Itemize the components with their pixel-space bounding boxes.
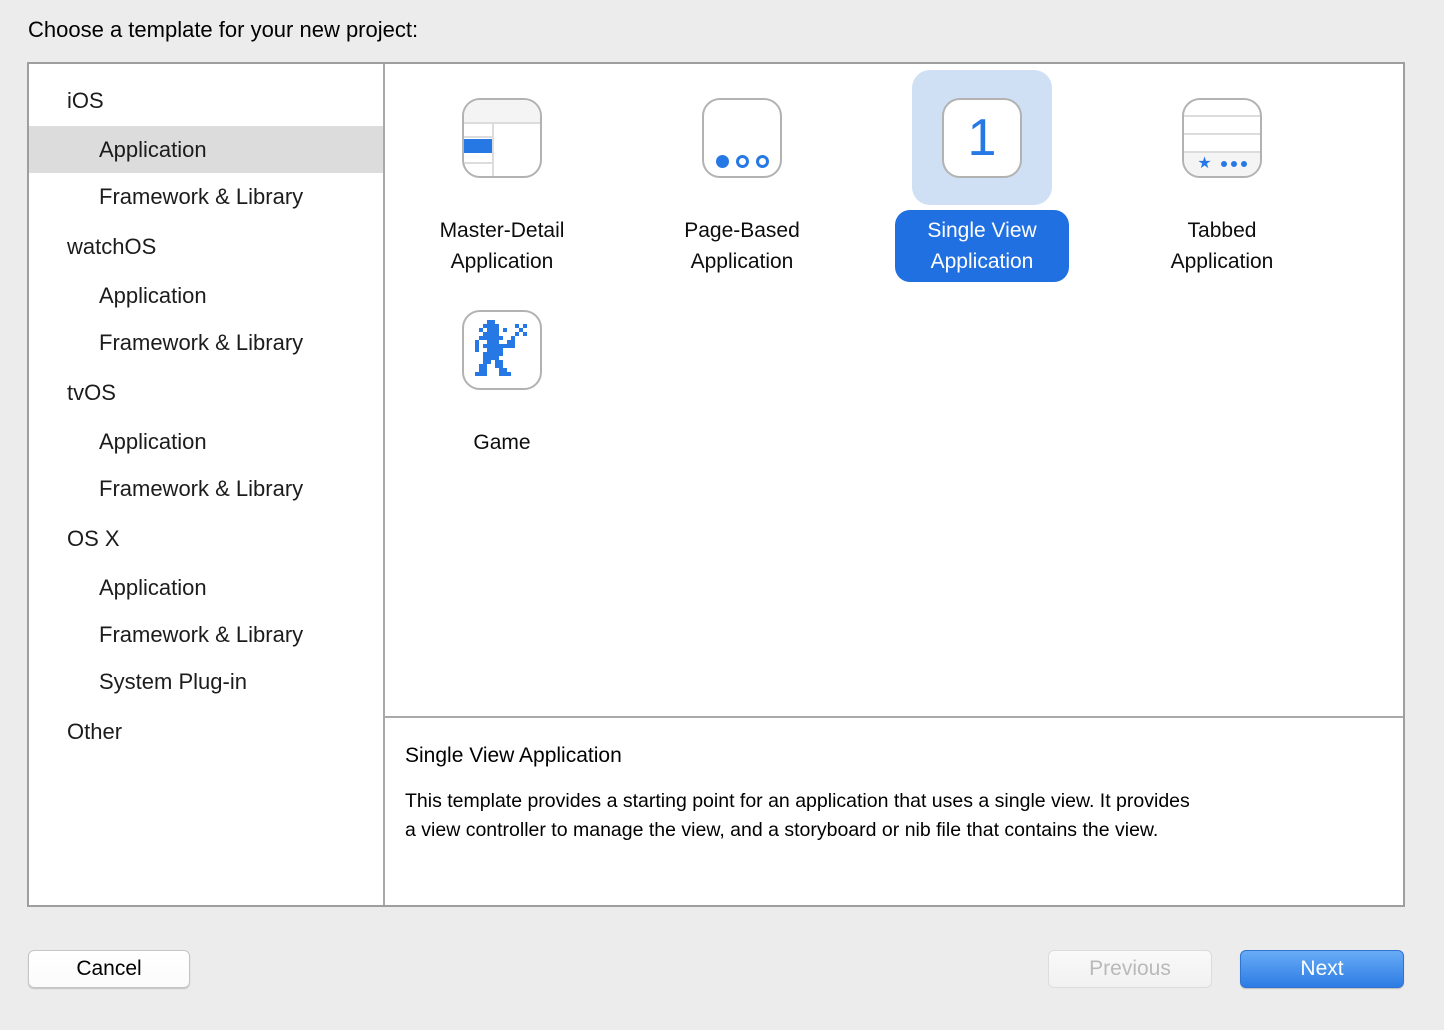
template-label-line: Application bbox=[684, 246, 800, 277]
next-button[interactable]: Next bbox=[1240, 950, 1404, 988]
single-view-number: 1 bbox=[944, 100, 1020, 176]
page-dot-filled bbox=[716, 155, 729, 168]
description-heading: Single View Application bbox=[405, 744, 1373, 768]
sidebar-item-os-x-framework-and-library[interactable]: Framework & Library bbox=[29, 611, 383, 658]
master-detail-icon bbox=[462, 98, 542, 178]
template-label-line: Application bbox=[927, 246, 1036, 277]
template-single-view-application[interactable]: 1 Single ViewApplication bbox=[882, 70, 1082, 282]
template-tabbed-application[interactable]: ★ TabbedApplication bbox=[1122, 70, 1322, 282]
tabbed-icon: ★ bbox=[1182, 98, 1262, 178]
template-label: Master-DetailApplication bbox=[426, 210, 579, 282]
tab-dot bbox=[1231, 161, 1237, 167]
page-dot-outline bbox=[736, 155, 749, 168]
description-line: This template provides a starting point … bbox=[405, 787, 1373, 816]
icon-header-bar bbox=[464, 100, 540, 124]
icon-split-divider bbox=[492, 124, 494, 176]
sidebar-item-os-x[interactable]: OS X bbox=[29, 514, 383, 564]
template-label-line: Page-Based bbox=[684, 215, 800, 246]
template-game[interactable]: Game bbox=[402, 282, 602, 463]
platform-sidebar: iOSApplicationFramework & LibrarywatchOS… bbox=[29, 64, 385, 905]
page-based-icon bbox=[702, 98, 782, 178]
sidebar-item-tvos-application[interactable]: Application bbox=[29, 418, 383, 465]
sidebar-item-ios-framework-and-library[interactable]: Framework & Library bbox=[29, 173, 383, 220]
template-label-line: Game bbox=[473, 427, 530, 458]
template-description-panel: Single View Application This template pr… bbox=[385, 716, 1403, 905]
sidebar-item-ios-application[interactable]: Application bbox=[29, 126, 383, 173]
template-page-based-application[interactable]: Page-BasedApplication bbox=[642, 70, 842, 282]
tab-dot bbox=[1221, 161, 1227, 167]
template-label-line: Single View bbox=[927, 215, 1036, 246]
template-chooser-dialog: iOSApplicationFramework & LibrarywatchOS… bbox=[27, 62, 1405, 907]
tab-bar: ★ bbox=[1184, 151, 1260, 176]
page-dot-outline bbox=[756, 155, 769, 168]
star-icon: ★ bbox=[1197, 156, 1211, 172]
template-label: TabbedApplication bbox=[1157, 210, 1288, 282]
sheet-title: Choose a template for your new project: bbox=[28, 17, 418, 43]
template-label-line: Application bbox=[440, 246, 565, 277]
icon-row-line bbox=[1184, 115, 1260, 117]
icon-row-line bbox=[1184, 133, 1260, 135]
game-sprite bbox=[475, 320, 479, 324]
template-panel: Master-DetailApplicationPage-BasedApplic… bbox=[385, 64, 1403, 905]
sidebar-item-other[interactable]: Other bbox=[29, 707, 383, 757]
icon-row-line bbox=[464, 136, 492, 138]
template-icon-wrap: ★ bbox=[1152, 70, 1292, 205]
template-master-detail-application[interactable]: Master-DetailApplication bbox=[402, 70, 602, 282]
description-line: a view controller to manage the view, an… bbox=[405, 816, 1373, 845]
template-label-line: Master-Detail bbox=[440, 215, 565, 246]
selected-template-highlight: 1 bbox=[912, 70, 1052, 205]
single-view-icon: 1 bbox=[942, 98, 1022, 178]
template-label-line: Tabbed bbox=[1171, 215, 1274, 246]
template-label: Game bbox=[459, 422, 544, 463]
icon-row-line bbox=[464, 162, 492, 164]
cancel-button[interactable]: Cancel bbox=[28, 950, 190, 988]
description-body: This template provides a starting point … bbox=[405, 787, 1373, 845]
template-label-line: Application bbox=[1171, 246, 1274, 277]
template-grid: Master-DetailApplicationPage-BasedApplic… bbox=[385, 64, 1403, 716]
template-label: Page-BasedApplication bbox=[670, 210, 814, 282]
previous-button[interactable]: Previous bbox=[1048, 950, 1212, 988]
tab-dots bbox=[1221, 161, 1247, 167]
sidebar-item-os-x-application[interactable]: Application bbox=[29, 564, 383, 611]
sidebar-item-tvos[interactable]: tvOS bbox=[29, 368, 383, 418]
page-dots bbox=[704, 155, 780, 168]
sidebar-item-watchos[interactable]: watchOS bbox=[29, 222, 383, 272]
template-icon-wrap bbox=[672, 70, 812, 205]
sidebar-item-watchos-application[interactable]: Application bbox=[29, 272, 383, 319]
template-label: Single ViewApplication bbox=[895, 210, 1068, 282]
sidebar-item-os-x-system-plug-in[interactable]: System Plug-in bbox=[29, 658, 383, 705]
sidebar-item-watchos-framework-and-library[interactable]: Framework & Library bbox=[29, 319, 383, 366]
icon-selected-row bbox=[464, 139, 492, 153]
sidebar-item-ios[interactable]: iOS bbox=[29, 76, 383, 126]
sidebar-item-tvos-framework-and-library[interactable]: Framework & Library bbox=[29, 465, 383, 512]
tab-dot bbox=[1241, 161, 1247, 167]
template-icon-wrap bbox=[432, 282, 572, 417]
template-icon-wrap bbox=[432, 70, 572, 205]
game-icon bbox=[462, 310, 542, 390]
